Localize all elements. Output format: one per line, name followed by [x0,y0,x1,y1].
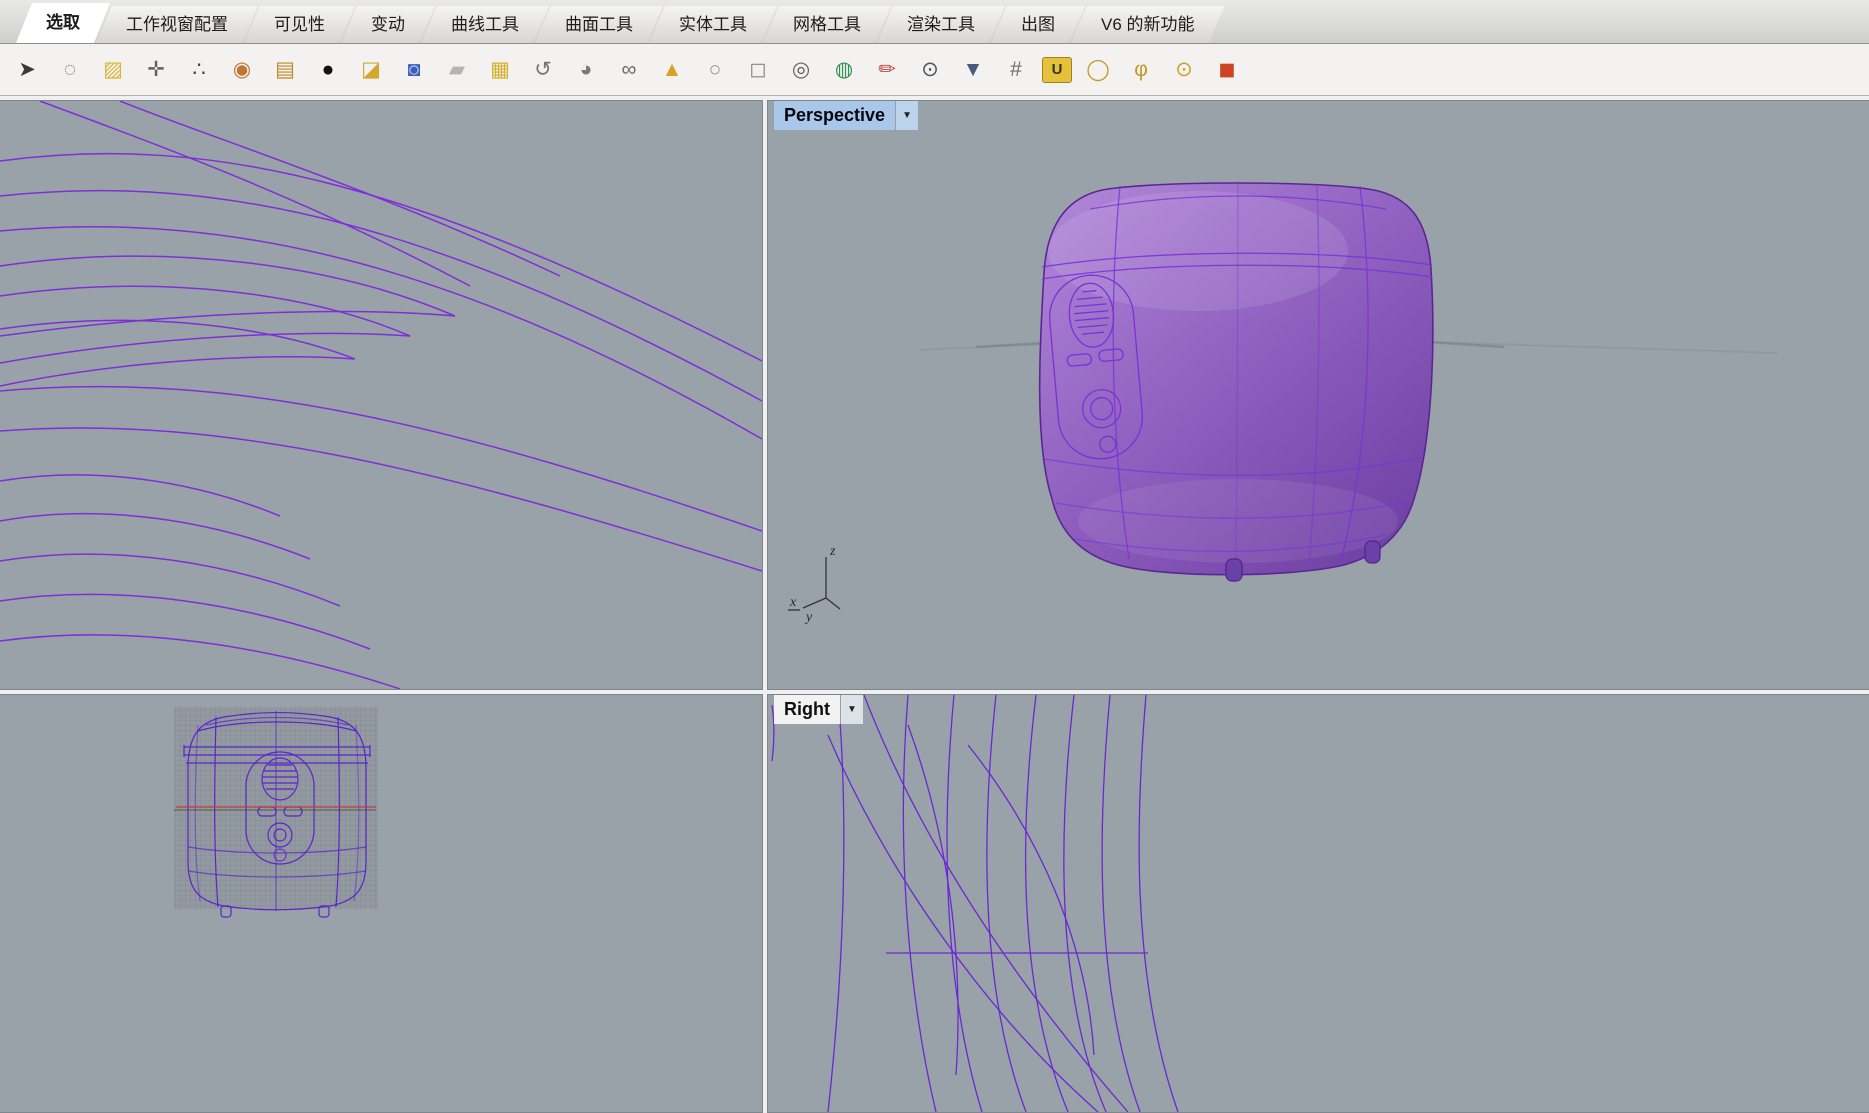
red-cube-icon[interactable]: ◼ [1210,53,1244,87]
circle-center-icon[interactable]: ◎ [784,53,818,87]
viewport-top-left[interactable] [0,101,762,689]
shaded-sphere-icon[interactable]: ◙ [397,53,431,87]
tab-select[interactable]: 选取 [16,3,110,43]
main-toolbar: ➤ ◌ ▨ ✛ ∴ ◉ ▤ ● ◪ ◙ ▰ ▦ ↺ ◕ ∞ ▲ ○ ◻ ◎ ◍ ✏ ⊙ ▼ # U ◯ φ ⊙ ◼ [0,44,1869,96]
black-sphere-icon[interactable]: ● [311,53,345,87]
perspective-viewport-label[interactable]: Perspective ▼ [774,101,918,130]
tab-render-tools[interactable]: 渲染工具 [877,6,1005,43]
viewport-workspace: Perspective ▼ [0,96,1869,1112]
viewport-front[interactable] [0,695,762,1112]
surface-corner-icon[interactable]: ◪ [354,53,388,87]
gray-box-icon[interactable]: ◻ [741,53,775,87]
tab-transform[interactable]: 变动 [341,6,435,43]
tab-v6-features[interactable]: V6 的新功能 [1071,6,1225,43]
axis-x-label: x [789,595,797,610]
gumball-icon[interactable]: ◉ [225,53,259,87]
tab-curve-tools[interactable]: 曲线工具 [421,6,549,43]
axis-z-label: z [829,544,836,559]
keys-pair-icon[interactable]: ⊙ [1167,53,1201,87]
rice-cooker-model [1040,181,1433,581]
tab-surface-tools[interactable]: 曲面工具 [535,6,663,43]
top-left-viewport-canvas[interactable] [0,101,762,689]
perspective-viewport-canvas[interactable]: z x y [768,101,1869,689]
command-tab-bar: 选取工作视窗配置可见性变动曲线工具曲面工具实体工具网格工具渲染工具出图V6 的新… [0,0,1869,44]
perspective-viewport-title[interactable]: Perspective [774,101,895,130]
eraser-icon[interactable]: ▰ [440,53,474,87]
magnifier-icon[interactable]: ⊙ [913,53,947,87]
cage-oval-icon[interactable]: ◯ [1081,53,1115,87]
mesh-sphere-icon[interactable]: ◍ [827,53,861,87]
axis-gnomon: z x y [788,544,840,625]
paintbrush-icon[interactable]: ✏ [870,53,904,87]
right-viewport-title[interactable]: Right [774,695,840,724]
right-viewport-canvas[interactable] [768,695,1869,1112]
tab-mesh-tools[interactable]: 网格工具 [763,6,891,43]
filter-funnel-icon[interactable]: ▼ [956,53,990,87]
viewport-right[interactable]: Right ▼ [768,695,1869,1112]
key-icon[interactable]: φ [1124,53,1158,87]
front-viewport-canvas[interactable] [0,695,762,1112]
grid-snap-icon[interactable]: ▦ [483,53,517,87]
lasso-select-icon[interactable]: ◌ [53,53,87,87]
axis-y-label: y [804,610,813,625]
wireframe-curves [0,101,762,689]
u-box-icon[interactable]: U [1042,57,1072,83]
fence-icon[interactable]: # [999,53,1033,87]
tab-layout[interactable]: 出图 [991,6,1085,43]
right-viewport-label[interactable]: Right ▼ [774,695,863,724]
right-view-wireframe [772,695,1178,1112]
viewport-perspective[interactable]: Perspective ▼ [768,101,1869,689]
cursor-select-icon[interactable]: ➤ [10,53,44,87]
brush-select-icon[interactable]: ▨ [96,53,130,87]
control-points-icon[interactable]: ∴ [182,53,216,87]
tab-solid-tools[interactable]: 实体工具 [649,6,777,43]
layers-icon[interactable]: ▤ [268,53,302,87]
chain-link-icon[interactable]: ∞ [612,53,646,87]
tab-visibility[interactable]: 可见性 [244,6,355,43]
tab-viewport-layout[interactable]: 工作视窗配置 [96,6,258,43]
white-sphere-icon[interactable]: ○ [698,53,732,87]
cone-icon[interactable]: ▲ [655,53,689,87]
move-uvn-icon[interactable]: ✛ [139,53,173,87]
perspective-viewport-menu-arrow[interactable]: ▼ [895,101,918,130]
undo-spiral-icon[interactable]: ↺ [526,53,560,87]
history-icon[interactable]: ◕ [569,53,603,87]
right-viewport-menu-arrow[interactable]: ▼ [840,695,863,724]
